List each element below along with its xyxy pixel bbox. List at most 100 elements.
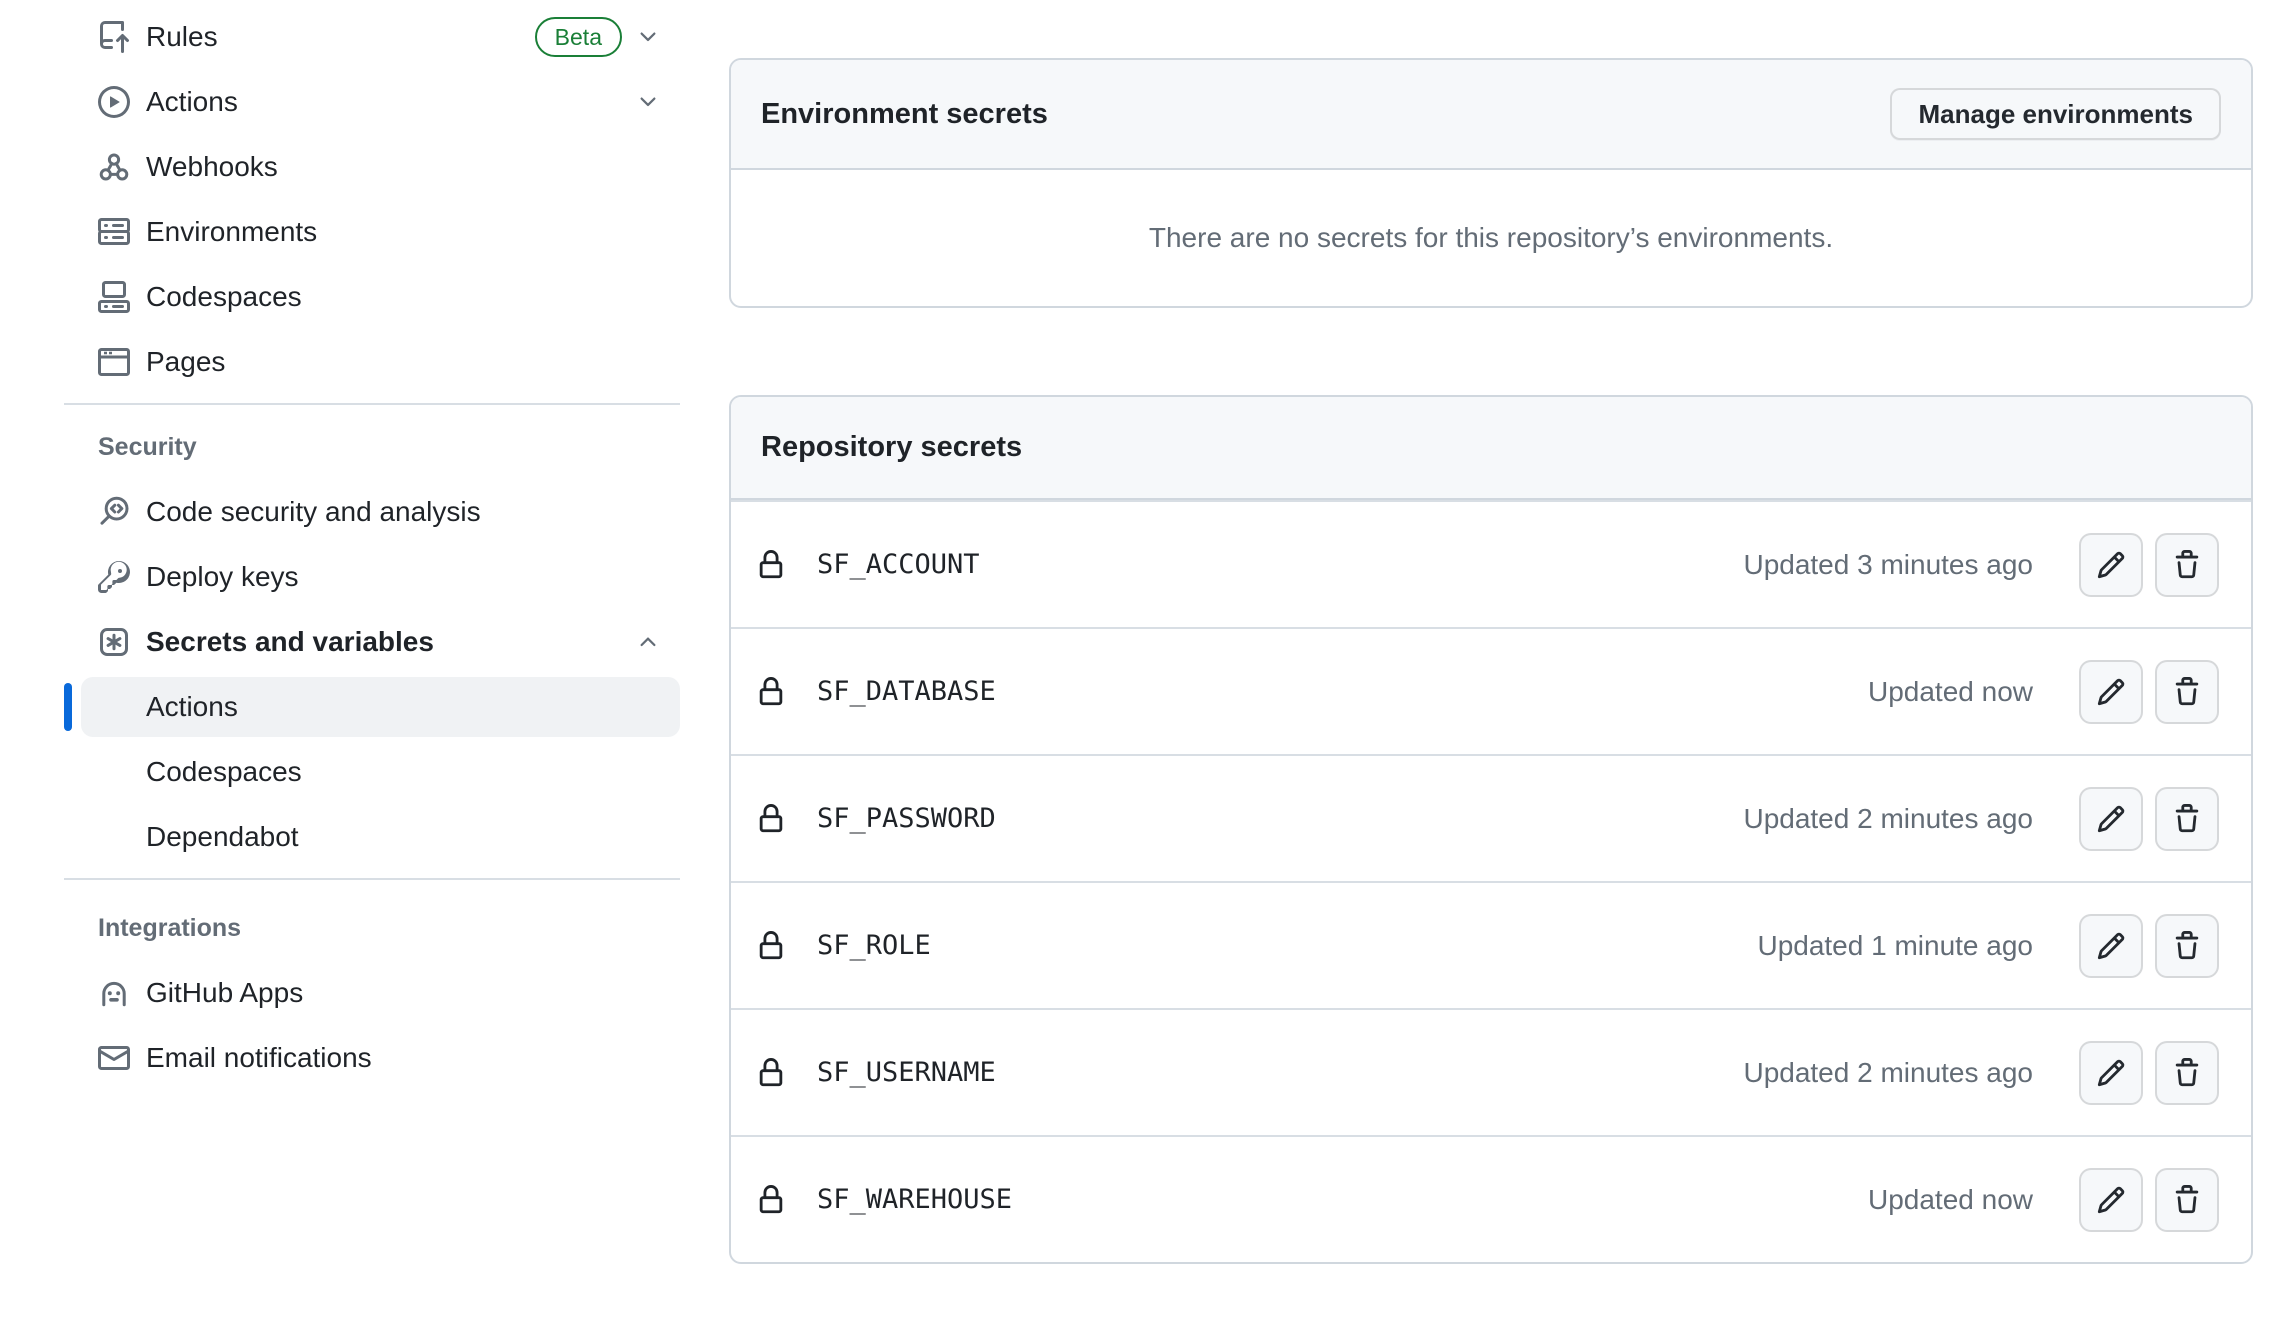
sidebar-item-secrets-and-variables[interactable]: Secrets and variables bbox=[81, 612, 680, 672]
edit-secret-button[interactable] bbox=[2079, 1168, 2143, 1232]
delete-secret-button[interactable] bbox=[2155, 1041, 2219, 1105]
server-icon bbox=[98, 216, 130, 248]
sidebar-item-pages[interactable]: Pages bbox=[81, 332, 680, 392]
sidebar-item-label: Code security and analysis bbox=[146, 496, 481, 528]
lock-icon bbox=[756, 931, 786, 961]
sidebar-item-environments[interactable]: Environments bbox=[81, 202, 680, 262]
secret-name: SF_USERNAME bbox=[817, 1057, 996, 1088]
edit-secret-button[interactable] bbox=[2079, 660, 2143, 724]
trash-icon bbox=[2172, 550, 2202, 580]
chevron-up-icon bbox=[636, 630, 660, 654]
repo-push-icon bbox=[98, 21, 130, 53]
repository-secrets-title: Repository secrets bbox=[761, 431, 1022, 464]
environment-secrets-title: Environment secrets bbox=[761, 98, 1048, 131]
sidebar-item-label: Deploy keys bbox=[146, 561, 299, 593]
pencil-icon bbox=[2096, 677, 2126, 707]
sidebar-item-rules[interactable]: Rules Beta bbox=[81, 7, 680, 67]
secret-updated-timestamp: Updated 1 minute ago bbox=[1757, 930, 2033, 962]
pencil-icon bbox=[2096, 931, 2126, 961]
secret-name: SF_ACCOUNT bbox=[817, 549, 980, 580]
sidebar-item-github-apps[interactable]: GitHub Apps bbox=[81, 963, 680, 1023]
sidebar-item-codespaces[interactable]: Codespaces bbox=[81, 267, 680, 327]
edit-secret-button[interactable] bbox=[2079, 533, 2143, 597]
sidebar-item-label: Environments bbox=[146, 216, 317, 248]
sidebar-item-label: Webhooks bbox=[146, 151, 278, 183]
chevron-down-icon bbox=[636, 25, 660, 49]
delete-secret-button[interactable] bbox=[2155, 660, 2219, 724]
sidebar-item-label: Codespaces bbox=[146, 281, 302, 313]
secret-name: SF_PASSWORD bbox=[817, 803, 996, 834]
delete-secret-button[interactable] bbox=[2155, 533, 2219, 597]
environment-secrets-empty-message: There are no secrets for this repository… bbox=[731, 170, 2251, 306]
secret-updated-timestamp: Updated 3 minutes ago bbox=[1743, 549, 2033, 581]
key-asterisk-icon bbox=[98, 626, 130, 658]
sidebar-item-label: Pages bbox=[146, 346, 225, 378]
lock-icon bbox=[756, 1058, 786, 1088]
trash-icon bbox=[2172, 1058, 2202, 1088]
codescan-icon bbox=[98, 496, 130, 528]
sidebar-item-deploy-keys[interactable]: Deploy keys bbox=[81, 547, 680, 607]
sidebar-subitem-actions[interactable]: Actions bbox=[81, 677, 680, 737]
sidebar-item-label: Secrets and variables bbox=[146, 626, 434, 658]
trash-icon bbox=[2172, 804, 2202, 834]
sidebar-item-label: GitHub Apps bbox=[146, 977, 303, 1009]
secret-updated-timestamp: Updated now bbox=[1868, 1184, 2033, 1216]
trash-icon bbox=[2172, 677, 2202, 707]
webhook-icon bbox=[98, 151, 130, 183]
sidebar-divider bbox=[64, 878, 680, 880]
sidebar-item-label: Actions bbox=[146, 86, 238, 118]
lock-icon bbox=[756, 1185, 786, 1215]
secret-row: SF_ROLE Updated 1 minute ago bbox=[731, 881, 2251, 1008]
edit-secret-button[interactable] bbox=[2079, 914, 2143, 978]
repository-secrets-panel: Repository secrets SF_ACCOUNT Updated 3 … bbox=[729, 395, 2253, 1264]
secret-row: SF_USERNAME Updated 2 minutes ago bbox=[731, 1008, 2251, 1135]
secret-name: SF_ROLE bbox=[817, 930, 931, 961]
beta-badge: Beta bbox=[535, 17, 622, 57]
sidebar-item-email-notifications[interactable]: Email notifications bbox=[81, 1028, 680, 1088]
delete-secret-button[interactable] bbox=[2155, 787, 2219, 851]
pencil-icon bbox=[2096, 804, 2126, 834]
secret-row: SF_PASSWORD Updated 2 minutes ago bbox=[731, 754, 2251, 881]
sidebar-item-webhooks[interactable]: Webhooks bbox=[81, 137, 680, 197]
pencil-icon bbox=[2096, 550, 2126, 580]
repository-secrets-header: Repository secrets bbox=[731, 397, 2251, 500]
sidebar-item-label: Email notifications bbox=[146, 1042, 372, 1074]
play-icon bbox=[98, 86, 130, 118]
secret-updated-timestamp: Updated now bbox=[1868, 676, 2033, 708]
secret-name: SF_DATABASE bbox=[817, 676, 996, 707]
manage-environments-button[interactable]: Manage environments bbox=[1890, 88, 2221, 140]
pencil-icon bbox=[2096, 1058, 2126, 1088]
edit-secret-button[interactable] bbox=[2079, 1041, 2143, 1105]
sidebar-section-integrations: Integrations bbox=[98, 914, 680, 943]
edit-secret-button[interactable] bbox=[2079, 787, 2143, 851]
secret-row: SF_DATABASE Updated now bbox=[731, 627, 2251, 754]
delete-secret-button[interactable] bbox=[2155, 1168, 2219, 1232]
sidebar-subitem-dependabot[interactable]: Dependabot bbox=[81, 807, 680, 867]
sidebar-item-code-security[interactable]: Code security and analysis bbox=[81, 482, 680, 542]
sidebar-subitem-codespaces[interactable]: Codespaces bbox=[81, 742, 680, 802]
delete-secret-button[interactable] bbox=[2155, 914, 2219, 978]
settings-sidebar: Rules Beta Actions Webhooks Environments… bbox=[64, 0, 680, 1093]
chevron-down-icon bbox=[636, 90, 660, 114]
codespaces-icon bbox=[98, 281, 130, 313]
lock-icon bbox=[756, 550, 786, 580]
repository-settings-page: Rules Beta Actions Webhooks Environments… bbox=[0, 0, 2294, 1322]
secret-row: SF_ACCOUNT Updated 3 minutes ago bbox=[731, 500, 2251, 627]
environment-secrets-panel: Environment secrets Manage environments … bbox=[729, 58, 2253, 308]
secret-updated-timestamp: Updated 2 minutes ago bbox=[1743, 803, 2033, 835]
secret-updated-timestamp: Updated 2 minutes ago bbox=[1743, 1057, 2033, 1089]
browser-icon bbox=[98, 346, 130, 378]
pencil-icon bbox=[2096, 1185, 2126, 1215]
environment-secrets-header: Environment secrets Manage environments bbox=[731, 60, 2251, 170]
sidebar-section-security: Security bbox=[98, 433, 680, 462]
hubot-icon bbox=[98, 977, 130, 1009]
secret-row: SF_WAREHOUSE Updated now bbox=[731, 1135, 2251, 1262]
lock-icon bbox=[756, 677, 786, 707]
sidebar-divider bbox=[64, 403, 680, 405]
trash-icon bbox=[2172, 1185, 2202, 1215]
trash-icon bbox=[2172, 931, 2202, 961]
key-icon bbox=[98, 561, 130, 593]
lock-icon bbox=[756, 804, 786, 834]
sidebar-item-label: Rules bbox=[146, 21, 218, 53]
sidebar-item-actions[interactable]: Actions bbox=[81, 72, 680, 132]
